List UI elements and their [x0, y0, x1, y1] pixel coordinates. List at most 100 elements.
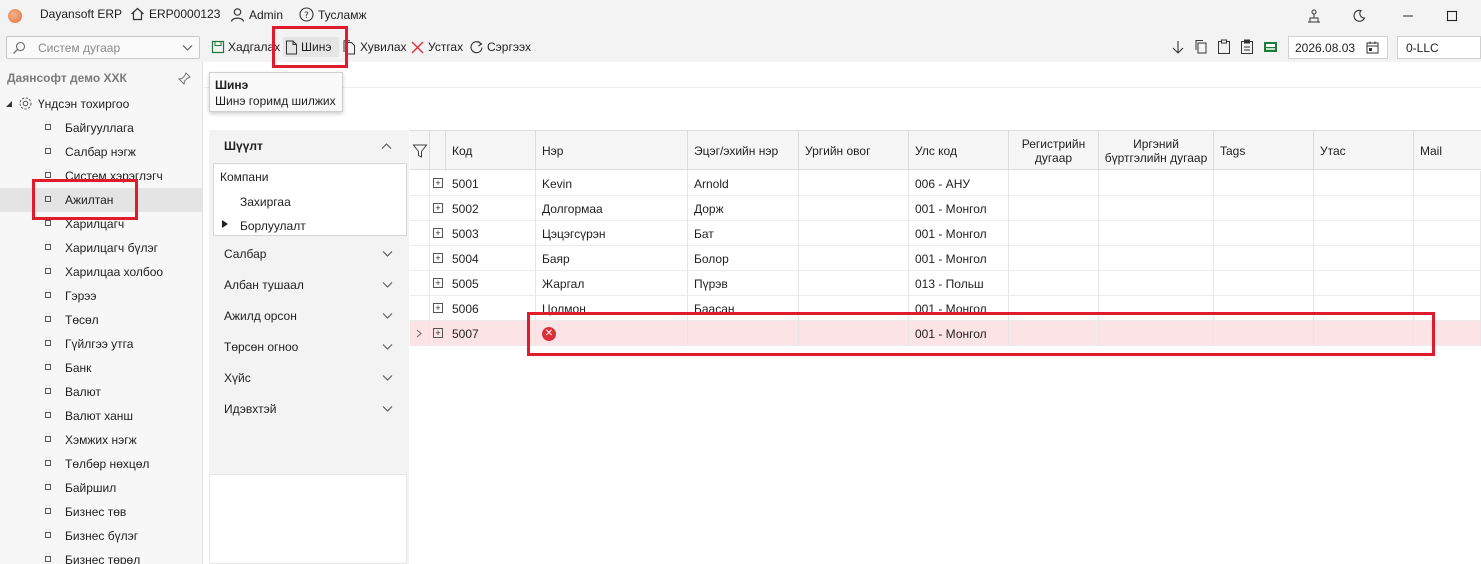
cell-name[interactable]: Долгормаа — [536, 196, 688, 221]
cell-family[interactable] — [799, 296, 909, 321]
cell-empty[interactable] — [1414, 196, 1481, 221]
sidebar-item[interactable]: Валют — [0, 380, 202, 404]
cell-family[interactable] — [799, 221, 909, 246]
minimize-icon[interactable] — [1397, 6, 1419, 26]
cell-empty[interactable] — [1314, 321, 1414, 346]
cell-code[interactable]: 5007 — [446, 321, 536, 346]
cell-empty[interactable] — [1414, 321, 1481, 346]
chevron-down-icon[interactable] — [382, 405, 393, 413]
cell-name[interactable]: Цолмон — [536, 296, 688, 321]
expand-row-icon[interactable]: + — [433, 178, 443, 188]
sidebar-item[interactable]: Систем хэрэглэгч — [0, 164, 202, 188]
cell-empty[interactable] — [1099, 196, 1214, 221]
paste-icon[interactable] — [1240, 39, 1254, 54]
cell-name[interactable]: Цэцэгсүрэн — [536, 221, 688, 246]
collapse-triangle-icon[interactable] — [5, 100, 13, 108]
cell-code[interactable]: 5001 — [446, 171, 536, 196]
expand-triangle-icon[interactable] — [222, 220, 228, 228]
table-row[interactable]: +5002 Долгормаа Дорж 001 - Монгол — [410, 196, 1481, 221]
column-header-register[interactable]: Регистрийн дугаар — [1009, 131, 1099, 171]
table-row[interactable]: +5005 Жаргал Пүрэв 013 - Польш — [410, 271, 1481, 296]
table-row[interactable]: +5006 Цолмон Баасан 001 - Монгол — [410, 296, 1481, 321]
cell-empty[interactable] — [1099, 321, 1214, 346]
cell-parent[interactable]: Бат — [688, 221, 799, 246]
chevron-down-icon[interactable] — [382, 312, 393, 320]
cell-empty[interactable] — [1009, 196, 1099, 221]
row-indicator[interactable] — [410, 221, 430, 246]
cell-empty[interactable] — [1214, 221, 1314, 246]
cell-name[interactable]: Жаргал — [536, 271, 688, 296]
cell-empty[interactable] — [1414, 246, 1481, 271]
cell-parent[interactable]: Arnold — [688, 171, 799, 196]
sidebar-item[interactable]: Харилцаа холбоо — [0, 260, 202, 284]
cell-country[interactable]: 001 - Монгол — [909, 296, 1009, 321]
cell-empty[interactable] — [1099, 296, 1214, 321]
search-input[interactable]: Систем дугаар — [6, 36, 200, 59]
cell-empty[interactable] — [1099, 221, 1214, 246]
cell-empty[interactable] — [1214, 296, 1314, 321]
cell-code[interactable]: 5006 — [446, 296, 536, 321]
excel-export-icon[interactable] — [1263, 39, 1278, 54]
sidebar-item[interactable]: Бизнес бүлэг — [0, 524, 202, 548]
cell-empty[interactable] — [1009, 296, 1099, 321]
delete-button[interactable]: Устгах — [410, 37, 463, 57]
sidebar-item[interactable]: Хэмжих нэгж — [0, 428, 202, 452]
sidebar-item[interactable]: Төлбөр нөхцөл — [0, 452, 202, 476]
column-header-phone[interactable]: Утас — [1314, 131, 1414, 171]
cell-empty[interactable] — [1314, 196, 1414, 221]
cell-family[interactable] — [799, 321, 909, 346]
column-header-tags[interactable]: Tags — [1214, 131, 1314, 171]
cell-family[interactable] — [799, 246, 909, 271]
cell-empty[interactable] — [1314, 246, 1414, 271]
cell-country[interactable]: 001 - Монгол — [909, 246, 1009, 271]
filter-column-header[interactable] — [410, 131, 430, 171]
cell-parent[interactable]: Дорж — [688, 196, 799, 221]
chevron-down-icon[interactable] — [182, 44, 193, 52]
cell-family[interactable] — [799, 171, 909, 196]
column-header-country[interactable]: Улс код — [909, 131, 1009, 171]
sidebar-item[interactable]: Төсөл — [0, 308, 202, 332]
tree-department-sales[interactable]: Борлуулалт — [240, 219, 306, 233]
table-row[interactable]: +5001 Kevin Arnold 006 - АНУ — [410, 171, 1481, 196]
sidebar-item[interactable]: Бизнес төв — [0, 500, 202, 524]
copy-icon[interactable] — [1194, 39, 1208, 54]
copy-button[interactable]: Хувилах — [343, 37, 407, 57]
cell-empty[interactable] — [1214, 196, 1314, 221]
column-header-name[interactable]: Нэр — [536, 131, 688, 171]
cell-empty[interactable] — [1009, 321, 1099, 346]
help-button[interactable]: ? Тусламж — [299, 7, 366, 22]
expand-row-icon[interactable]: + — [433, 253, 443, 263]
save-button[interactable]: Хадгалах — [211, 37, 280, 57]
filter-funnel-icon[interactable] — [411, 143, 428, 159]
cell-empty[interactable] — [1414, 221, 1481, 246]
refresh-button[interactable]: Сэргээх — [469, 37, 531, 57]
cell-empty[interactable] — [1009, 171, 1099, 196]
sidebar-item[interactable]: Бизнес төрөл — [0, 548, 202, 564]
new-button[interactable]: Шинэ — [283, 37, 339, 57]
cell-country[interactable]: 013 - Польш — [909, 271, 1009, 296]
table-row[interactable]: +5004 Баяр Болор 001 - Монгол — [410, 246, 1481, 271]
instance-button[interactable]: ERP0000123 — [130, 7, 220, 21]
date-picker[interactable]: 2026.08.03 — [1288, 36, 1388, 59]
cell-empty[interactable] — [1414, 171, 1481, 196]
pin-icon[interactable] — [178, 72, 191, 85]
column-header-code[interactable]: Код — [446, 131, 536, 171]
cell-empty[interactable] — [1314, 296, 1414, 321]
download-icon[interactable] — [1171, 40, 1185, 55]
sidebar-item[interactable]: Гүйлгээ утга — [0, 332, 202, 356]
row-indicator[interactable] — [410, 296, 430, 321]
cell-empty[interactable] — [1414, 271, 1481, 296]
chevron-up-icon[interactable] — [381, 142, 392, 150]
cell-parent[interactable] — [688, 321, 799, 346]
cell-empty[interactable] — [1314, 271, 1414, 296]
cell-empty[interactable] — [1214, 171, 1314, 196]
row-indicator[interactable] — [410, 171, 430, 196]
sidebar-item[interactable]: Харилцагч — [0, 212, 202, 236]
cell-family[interactable] — [799, 196, 909, 221]
sidebar-item[interactable]: Валют ханш — [0, 404, 202, 428]
expand-row-icon[interactable]: + — [433, 328, 443, 338]
column-header-family-name[interactable]: Ургийн овог — [799, 131, 909, 171]
calendar-icon[interactable] — [1366, 41, 1379, 54]
cell-country[interactable]: 006 - АНУ — [909, 171, 1009, 196]
user-button[interactable]: Admin — [230, 7, 283, 22]
